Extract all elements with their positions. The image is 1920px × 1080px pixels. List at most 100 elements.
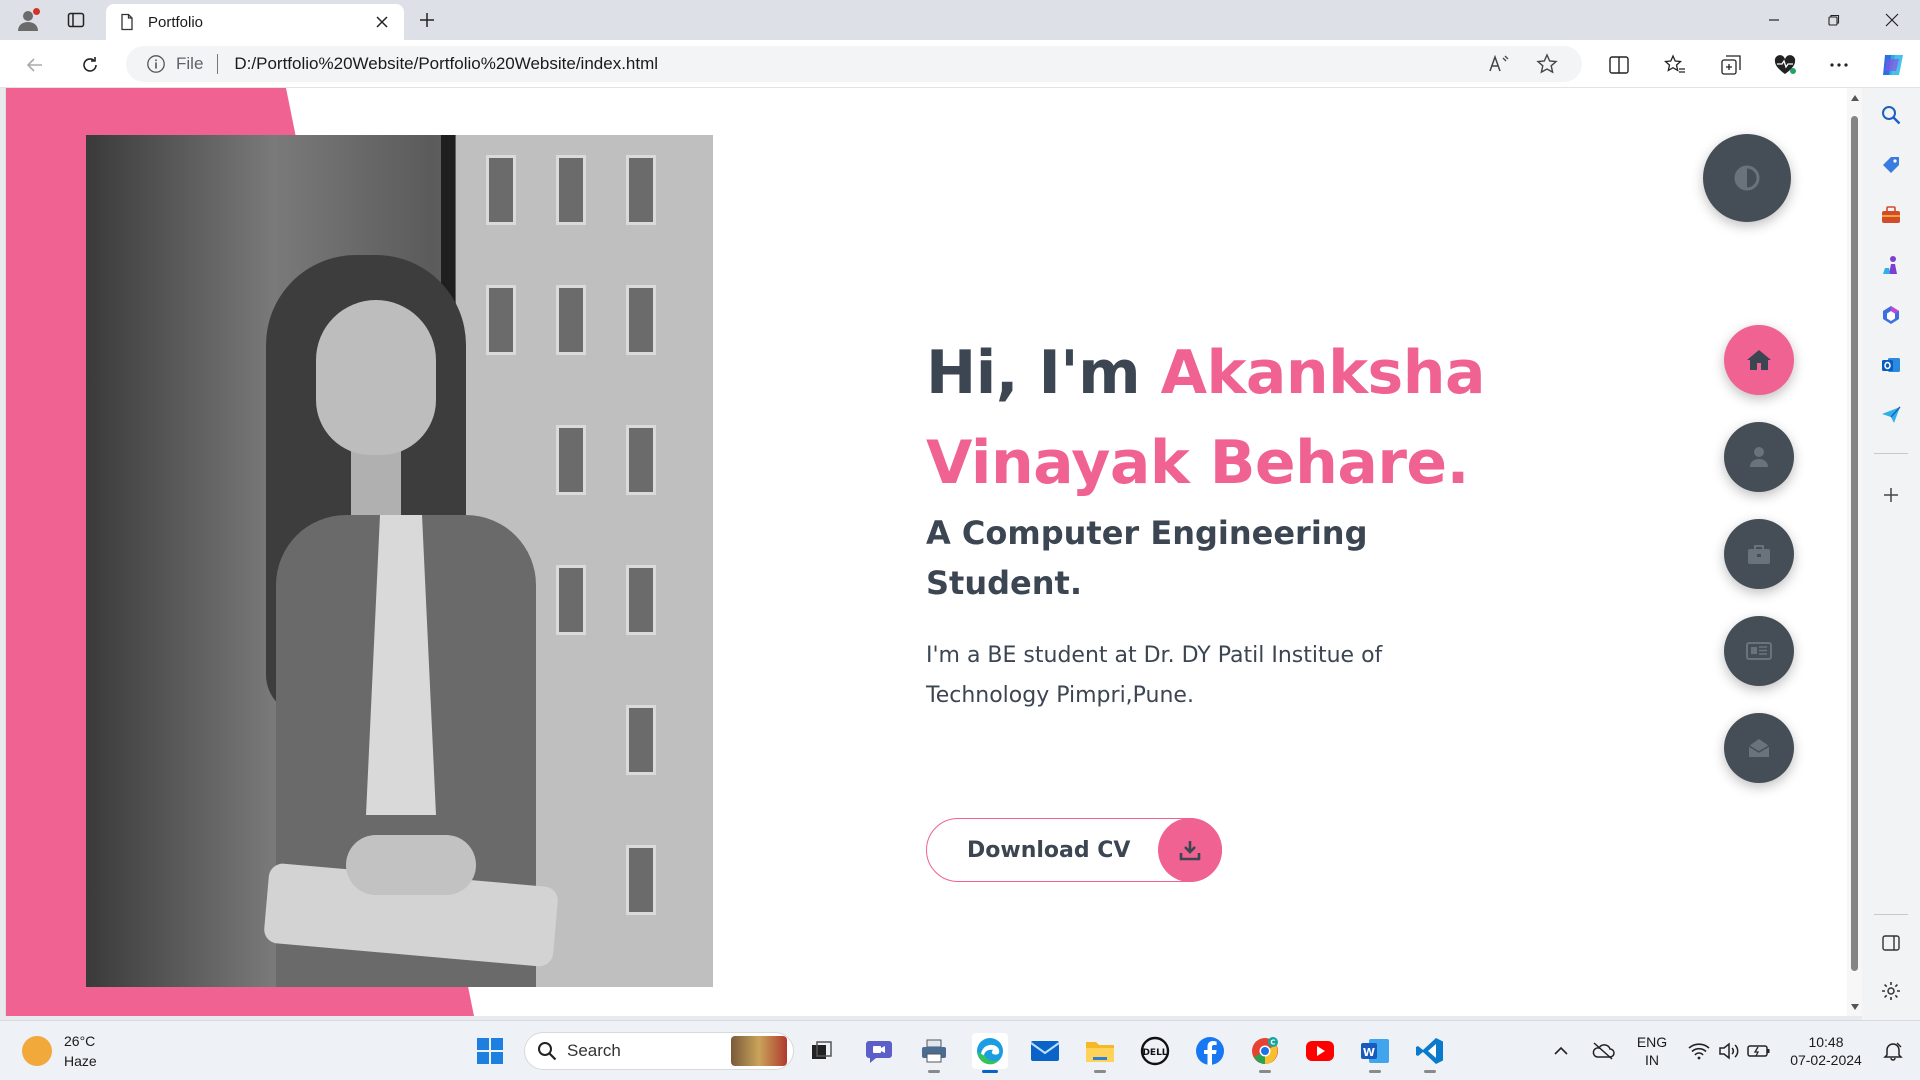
document-icon — [121, 13, 133, 31]
split-screen-button[interactable] — [1604, 50, 1634, 80]
wifi-icon — [1688, 1043, 1710, 1060]
scroll-up-arrow[interactable] — [1849, 92, 1860, 103]
facebook-app[interactable] — [1192, 1033, 1228, 1069]
tab-portfolio[interactable]: Portfolio — [106, 4, 404, 40]
vscode-app[interactable] — [1412, 1033, 1448, 1073]
clock-time: 10:48 — [1808, 1034, 1844, 1050]
facebook-icon — [1196, 1037, 1224, 1065]
printer-app[interactable] — [916, 1033, 952, 1073]
nav-blogs-button[interactable] — [1724, 616, 1794, 686]
nav-about-button[interactable] — [1724, 422, 1794, 492]
sidebar-games-button[interactable] — [1878, 252, 1904, 278]
close-window-button[interactable] — [1864, 0, 1920, 40]
sidebar-drop-button[interactable] — [1878, 402, 1904, 428]
sidebar-outlook-button[interactable] — [1878, 352, 1904, 378]
dell-app[interactable]: DELL — [1137, 1033, 1173, 1069]
profile-avatar[interactable] — [12, 6, 44, 34]
favorites-button[interactable] — [1660, 50, 1690, 80]
favorite-button[interactable] — [1534, 51, 1560, 77]
wifi-tray[interactable] — [1684, 1037, 1714, 1065]
triangle-up-icon — [1850, 94, 1859, 101]
download-cv-button[interactable]: Download CV — [926, 818, 1222, 882]
tab-actions-button[interactable] — [62, 8, 90, 32]
hero-name-first: Akanksha — [1160, 338, 1486, 408]
tab-title: Portfolio — [148, 13, 204, 31]
refresh-button[interactable] — [75, 50, 105, 80]
chrome-app[interactable]: C — [1247, 1033, 1283, 1073]
minimize-button[interactable] — [1746, 0, 1802, 40]
vertical-tabs-icon — [67, 12, 85, 28]
running-indicator — [982, 1070, 998, 1073]
browser-essentials-button[interactable] — [1770, 50, 1800, 80]
task-view-icon — [812, 1041, 832, 1059]
nav-home-button[interactable] — [1724, 325, 1794, 395]
show-hidden-icons-button[interactable] — [1548, 1037, 1574, 1065]
photo-window-pane — [556, 285, 586, 355]
clock[interactable]: 10:48 07-02-2024 — [1782, 1031, 1870, 1071]
address-url[interactable]: D:/Portfolio%20Website/Portfolio%20Websi… — [234, 54, 1486, 74]
windows-taskbar: 26°C Haze Search DELL C W ENG IN 10:48 0… — [0, 1020, 1920, 1080]
collections-button[interactable] — [1716, 50, 1746, 80]
photo-face — [316, 300, 436, 455]
file-explorer-app[interactable] — [1082, 1033, 1118, 1073]
sidebar-tools-button[interactable] — [1878, 202, 1904, 228]
vscode-icon — [1416, 1038, 1443, 1064]
settings-more-button[interactable] — [1824, 50, 1854, 80]
read-aloud-button[interactable] — [1486, 51, 1512, 77]
onedrive-tray[interactable] — [1588, 1037, 1618, 1065]
task-view-app[interactable] — [804, 1033, 840, 1069]
sidebar-shopping-button[interactable] — [1878, 152, 1904, 178]
taskbar-search[interactable]: Search — [524, 1032, 794, 1070]
start-button[interactable] — [472, 1033, 508, 1069]
browser-tab-strip: Portfolio — [0, 0, 1920, 40]
address-bar[interactable]: File D:/Portfolio%20Website/Portfolio%20… — [126, 46, 1582, 82]
restore-button[interactable] — [1806, 0, 1862, 40]
edge-app[interactable] — [972, 1033, 1008, 1073]
back-button[interactable] — [20, 50, 50, 80]
hero-subtitle: A Computer Engineering Student. — [926, 514, 1368, 602]
weather-description: Haze — [64, 1053, 97, 1069]
info-icon[interactable] — [146, 54, 166, 74]
briefcase-icon — [1748, 545, 1770, 564]
home-icon — [1747, 350, 1771, 370]
favorites-icon — [1664, 54, 1685, 73]
theme-toggle-button[interactable] — [1703, 134, 1791, 222]
hero-name-last: Vinayak Behare. — [926, 428, 1469, 498]
volume-tray[interactable] — [1714, 1037, 1744, 1065]
mail-icon — [1030, 1041, 1060, 1061]
read-aloud-icon — [1489, 54, 1509, 72]
close-icon — [1885, 13, 1899, 27]
sidebar-add-button[interactable] — [1878, 482, 1904, 508]
photo-window-pane — [626, 285, 656, 355]
address-scheme-label: File — [176, 54, 204, 73]
notifications-button[interactable] — [1878, 1037, 1908, 1065]
teams-chat-app[interactable] — [861, 1033, 897, 1069]
scrollbar-thumb[interactable] — [1851, 116, 1858, 971]
scroll-down-arrow[interactable] — [1849, 1001, 1860, 1012]
youtube-icon — [1306, 1041, 1334, 1061]
sidebar-search-button[interactable] — [1878, 102, 1904, 128]
printer-icon — [922, 1039, 946, 1063]
weather-widget[interactable]: 26°C Haze — [22, 1031, 97, 1071]
close-tab-button[interactable] — [372, 12, 392, 32]
sidebar-m365-button[interactable] — [1878, 302, 1904, 328]
word-app[interactable]: W — [1357, 1033, 1393, 1073]
new-tab-button[interactable] — [414, 8, 440, 32]
battery-tray[interactable] — [1744, 1037, 1774, 1065]
mail-app[interactable] — [1027, 1033, 1063, 1069]
sidebar-settings-button[interactable] — [1878, 978, 1904, 1004]
language-indicator[interactable]: ENG IN — [1630, 1031, 1674, 1071]
nav-contact-button[interactable] — [1724, 713, 1794, 783]
newspaper-icon — [1746, 642, 1772, 660]
photo-hands — [346, 835, 476, 895]
sidebar-hide-button[interactable] — [1878, 930, 1904, 956]
photo-window-pane — [556, 565, 586, 635]
page-scrollbar[interactable] — [1847, 88, 1862, 1016]
more-horizontal-icon — [1830, 63, 1848, 67]
running-indicator — [1094, 1070, 1106, 1073]
copilot-button[interactable] — [1878, 50, 1908, 80]
svg-text:DELL: DELL — [1142, 1048, 1167, 1058]
nav-portfolio-button[interactable] — [1724, 519, 1794, 589]
youtube-app[interactable] — [1302, 1033, 1338, 1069]
chevron-up-icon — [1554, 1046, 1568, 1055]
